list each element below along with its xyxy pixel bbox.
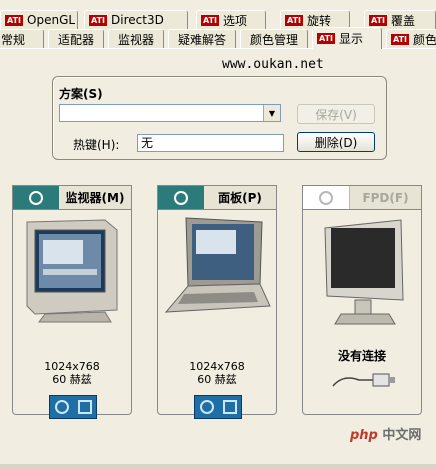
fpd-body: 没有连接 [302,209,422,415]
monitor-header: 监视器(M) [12,185,132,210]
ati-logo-icon: ATI [285,14,304,26]
tab-general[interactable]: 常规 [0,29,44,48]
tab-monitor[interactable]: 监视器 [108,29,164,48]
tab-color-management[interactable]: 颜色管理 [240,29,308,48]
laptop-icon[interactable] [158,214,276,324]
tab-label: 颜色 [413,32,436,47]
bottom-bar [0,464,436,469]
php-watermark: php 中文网 [350,424,421,443]
hotkey-label: 热键(H): [73,138,120,152]
panel-resolution: 1024x768 [189,360,245,373]
panel-body: 1024x768 60 赫兹 [157,209,277,419]
tab-opengl[interactable]: ATI OpenGL [0,10,78,29]
tab-label: 适配器 [57,32,94,47]
fpd-status: 没有连接 [337,349,386,363]
tab-label: 颜色管理 [249,32,298,47]
monitor-resolution: 1024x768 [44,360,100,373]
ati-logo-icon: ATI [391,33,410,45]
php-watermark-brand: php [350,428,378,443]
power-icon [29,190,43,205]
tab-label: Direct3D [111,13,164,27]
scheme-label: 方案(S) [59,87,103,101]
tab-label: 显示 [339,32,364,46]
tab-label: 覆盖 [391,13,416,28]
panel-title: 面板(P) [218,191,262,205]
flat-panel-icon[interactable] [303,214,421,332]
display-mode-button[interactable] [194,395,242,419]
power-icon [174,190,188,205]
scheme-combo[interactable]: ▼ [59,104,281,122]
hotkey-field[interactable]: 无 [137,134,284,152]
tab-troubleshoot[interactable]: 疑难解答 [168,29,236,48]
panel-header: 面板(P) [157,185,277,210]
watermark-url: www.oukan.net [222,57,324,72]
ati-logo-icon: ATI [369,14,388,26]
tab-displays[interactable]: ATI 显示 [312,27,382,49]
display-mode-button[interactable] [49,395,97,419]
tab-label: 旋转 [307,13,332,28]
extend-mode-icon [77,400,92,414]
tab-color[interactable]: ATI 颜色 [386,29,436,48]
tab-adapter[interactable]: 适配器 [48,29,104,48]
tab-label: 常规 [1,32,26,47]
ati-logo-icon: ATI [201,14,220,26]
fpd-header: FPD(F) [302,185,422,210]
crt-monitor-icon[interactable] [13,214,131,324]
monitor-title: 监视器(M) [65,191,125,205]
clone-mode-icon [54,400,69,414]
tab-direct3d[interactable]: ATI Direct3D [84,10,188,29]
monitor-refresh: 60 赫兹 [52,373,92,386]
power-toggle-button[interactable] [303,185,350,210]
panel-refresh: 60 赫兹 [197,373,237,386]
power-toggle-button[interactable] [13,185,59,210]
tab-label: 选项 [223,13,248,28]
tab-label: 疑难解答 [177,32,226,47]
dropdown-arrow-icon[interactable]: ▼ [263,105,280,121]
tab-label: 监视器 [117,32,154,47]
save-button[interactable]: 保存(V) [297,104,375,124]
clone-mode-icon [199,400,214,414]
ati-logo-icon: ATI [89,14,108,26]
scheme-group: 方案(S) ▼ 保存(V) 热键(H): 无 删除(D) [52,76,387,160]
cable-plug-icon [332,373,395,387]
fpd-title: FPD(F) [362,190,409,205]
power-toggle-button[interactable] [158,185,204,210]
ati-logo-icon: ATI [317,33,336,44]
php-watermark-text: 中文网 [382,428,422,443]
extend-mode-icon [222,400,237,414]
ati-logo-icon: ATI [5,14,24,26]
delete-button[interactable]: 删除(D) [297,132,375,152]
tab-label: OpenGL [27,13,76,27]
tab-options[interactable]: ATI 选项 [196,10,266,29]
power-icon [319,190,333,205]
tab-row-bottom: 常规 适配器 监视器 疑难解答 颜色管理 ATI 显示 ATI 颜色 [0,27,436,49]
monitor-body: 1024x768 60 赫兹 [12,209,132,419]
